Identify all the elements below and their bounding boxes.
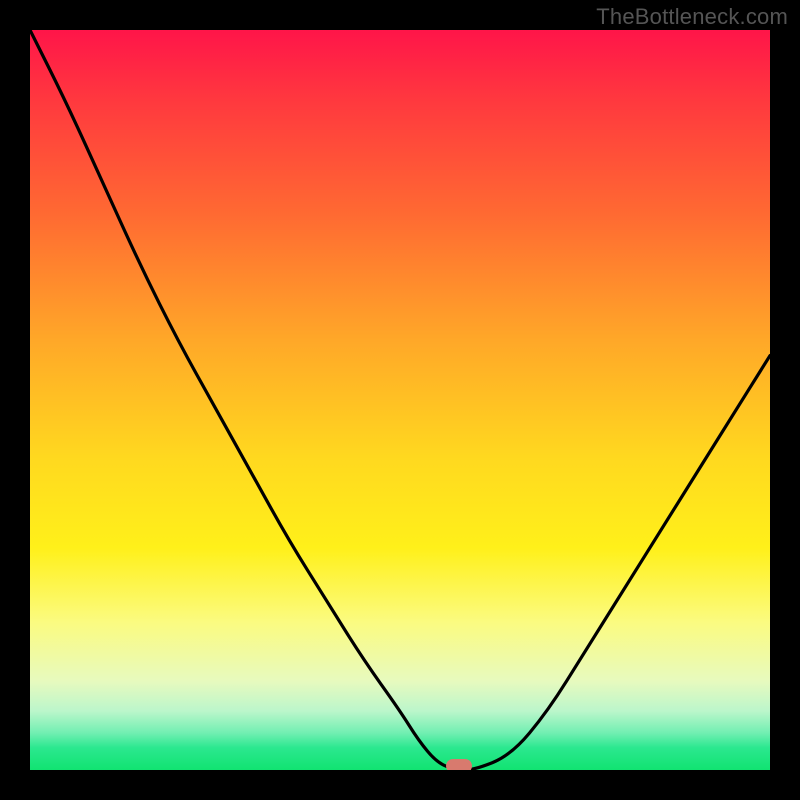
chart-frame: TheBottleneck.com	[0, 0, 800, 800]
bottleneck-curve	[30, 30, 770, 770]
plot-area	[30, 30, 770, 770]
watermark-text: TheBottleneck.com	[596, 4, 788, 30]
curve-path	[30, 30, 770, 770]
minimum-marker	[446, 759, 472, 770]
